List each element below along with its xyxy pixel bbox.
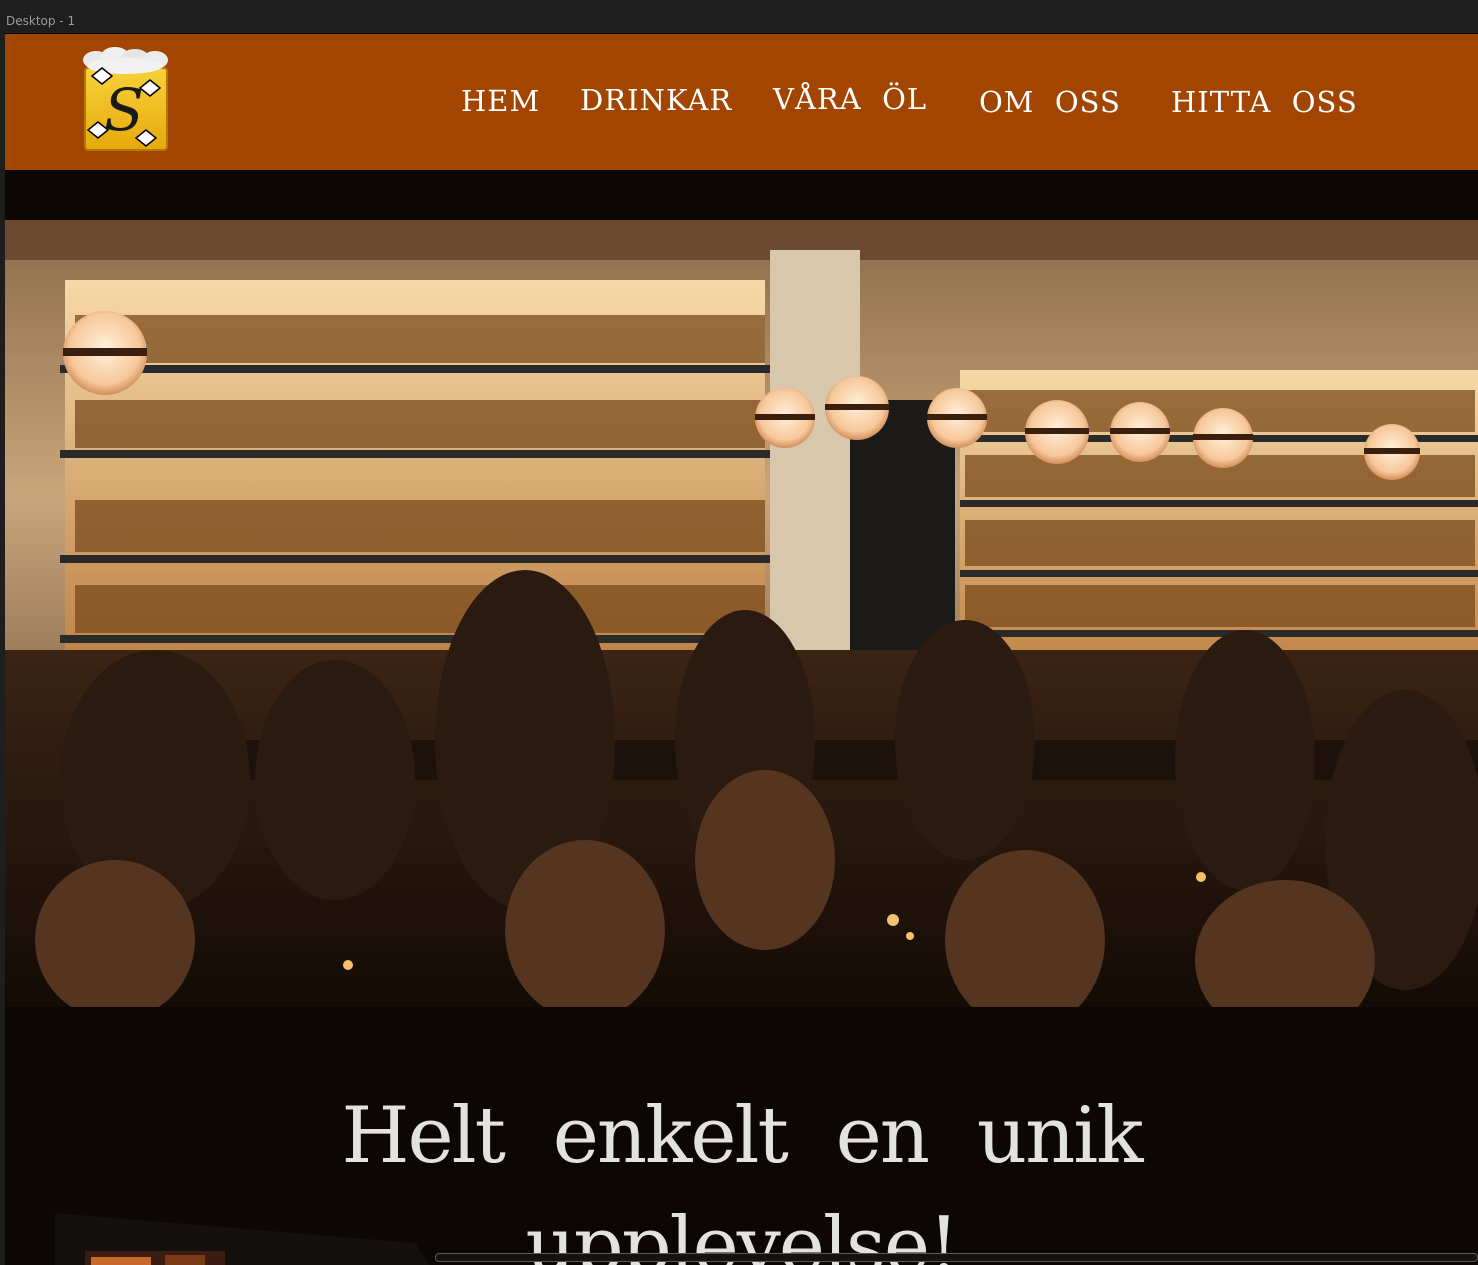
brand-logo[interactable]: S (78, 46, 173, 154)
nav-item-om-oss[interactable]: OM OSS (979, 85, 1121, 119)
artboard-desktop: S HEM DRINKAR VÅRA ÖL OM OSS HITTA OSS H… (5, 33, 1478, 1265)
nav-item-hitta-oss[interactable]: HITTA OSS (1171, 85, 1358, 119)
nav-item-vara-ol[interactable]: VÅRA ÖL (773, 82, 927, 116)
logo-letter: S (104, 76, 144, 144)
nav-item-drinkar[interactable]: DRINKAR (580, 83, 732, 117)
frame-label[interactable]: Desktop - 1 (6, 14, 75, 28)
hero-image (5, 220, 1478, 1007)
nav-item-hem[interactable]: HEM (461, 84, 540, 118)
editor-top-bar: Desktop - 1 (0, 0, 1478, 33)
site-navbar: S HEM DRINKAR VÅRA ÖL OM OSS HITTA OSS (5, 33, 1478, 171)
carousel-scrollbar[interactable] (435, 1253, 1478, 1262)
headline-line-1: Helt enkelt en unik (341, 1091, 1143, 1181)
secondary-image-preview (55, 1213, 435, 1265)
